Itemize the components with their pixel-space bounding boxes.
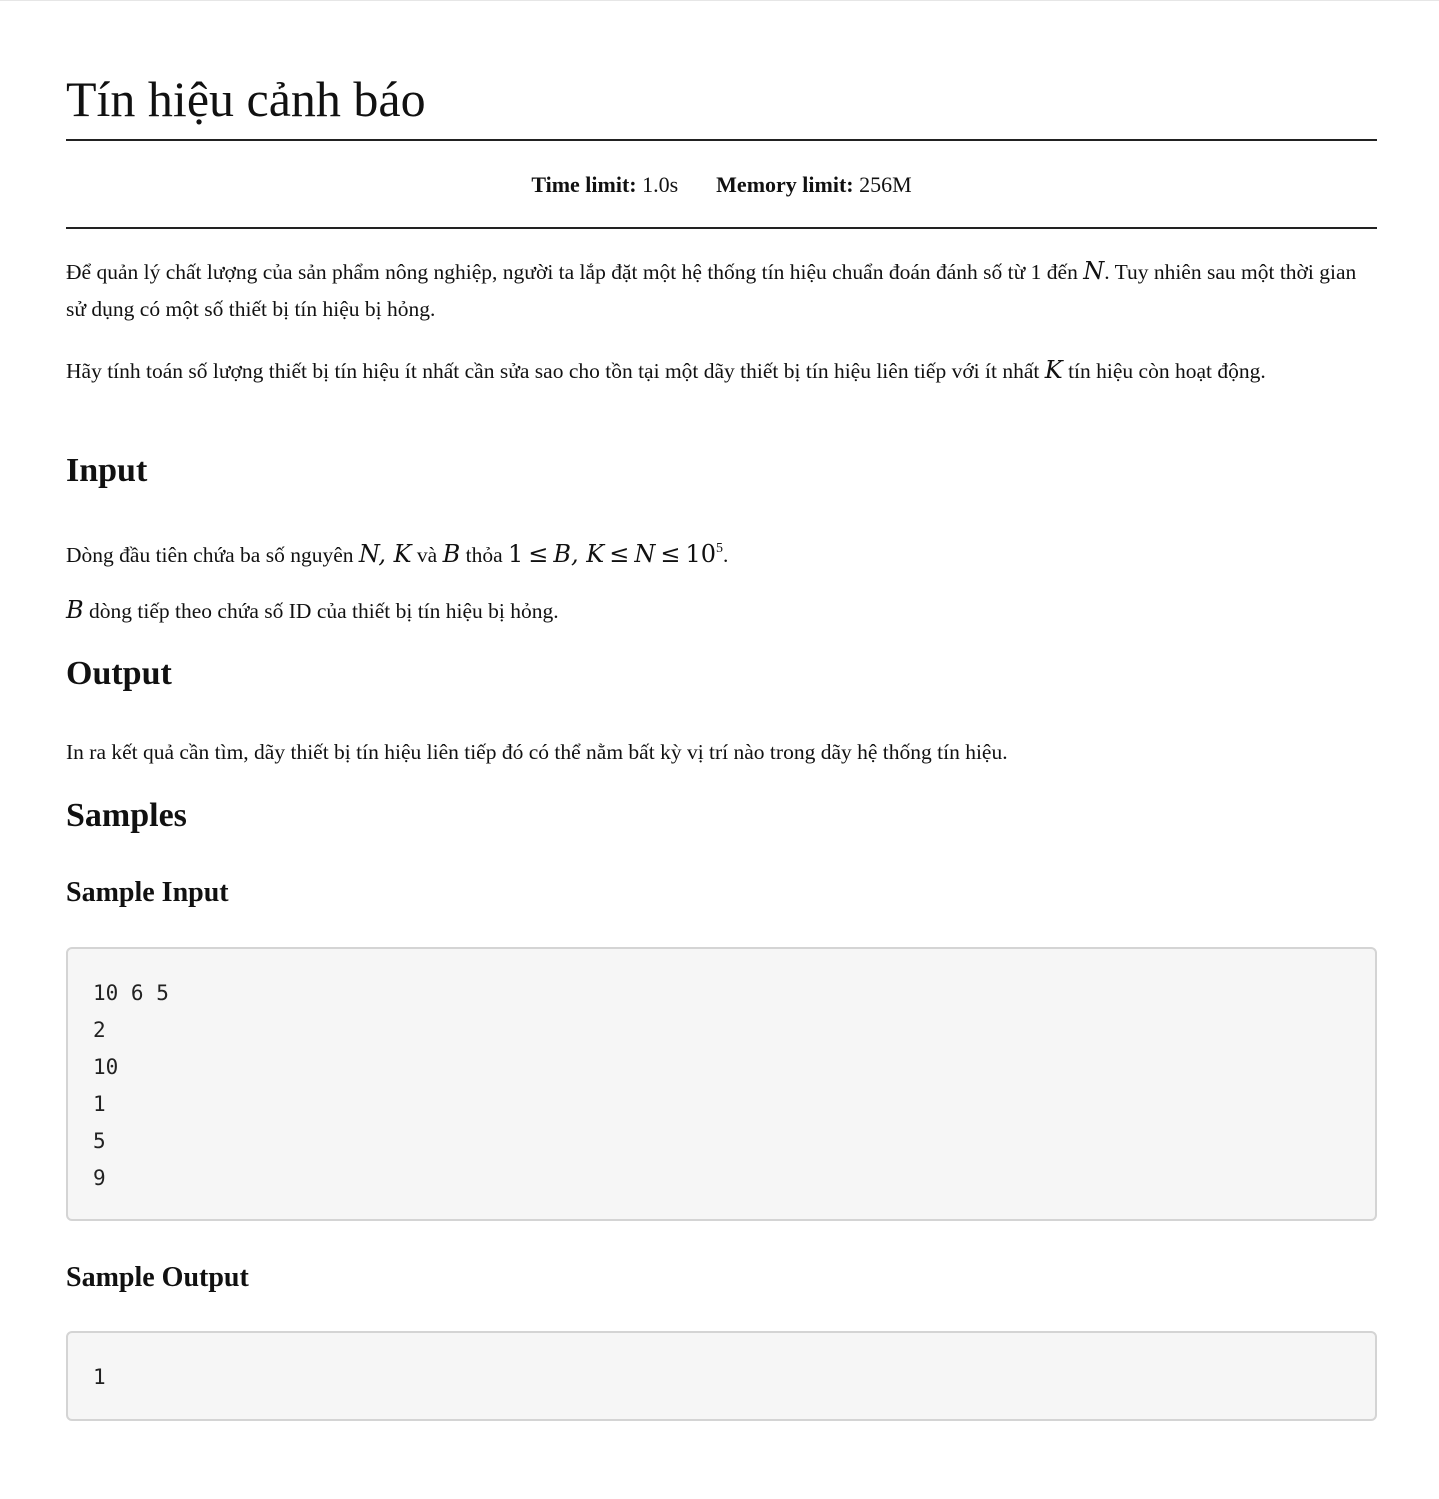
- sample-input-code: 10 6 5 2 10 1 5 9: [93, 981, 169, 1190]
- title-divider: [66, 139, 1377, 141]
- time-limit-value: 1.0s: [642, 172, 679, 197]
- memory-limit-value: 256M: [859, 172, 912, 197]
- limits-divider: [66, 227, 1377, 229]
- output-heading: Output: [66, 655, 172, 692]
- input-heading: Input: [66, 452, 148, 489]
- sample-input-heading: Sample Input: [66, 877, 229, 908]
- sample-output-block[interactable]: 1: [66, 1331, 1377, 1421]
- output-description: In ra kết quả cần tìm, dãy thiết bị tín …: [66, 740, 1008, 764]
- statement-paragraph-1: Để quản lý chất lượng của sản phẩm nông …: [66, 257, 1357, 321]
- input-line-2: B dòng tiếp theo chứa số ID của thiết bị…: [66, 596, 559, 624]
- sample-output-code: 1: [93, 1365, 106, 1389]
- samples-heading: Samples: [66, 797, 187, 834]
- input-line-1: Dòng đầu tiên chứa ba số nguyên N, K và …: [66, 540, 729, 568]
- memory-limit-label: Memory limit:: [716, 172, 854, 197]
- page-title: Tín hiệu cảnh báo: [66, 71, 426, 127]
- sample-input-block[interactable]: 10 6 5 2 10 1 5 9: [66, 947, 1377, 1221]
- math-var-n: N: [1083, 257, 1105, 285]
- math-var-k: K: [1044, 356, 1063, 384]
- limits-bar: Time limit: 1.0s Memory limit: 256M: [66, 171, 1377, 199]
- statement-paragraph-2: Hãy tính toán số lượng thiết bị tín hiệu…: [66, 356, 1266, 384]
- time-limit-label: Time limit:: [531, 172, 637, 197]
- sample-output-heading: Sample Output: [66, 1262, 249, 1293]
